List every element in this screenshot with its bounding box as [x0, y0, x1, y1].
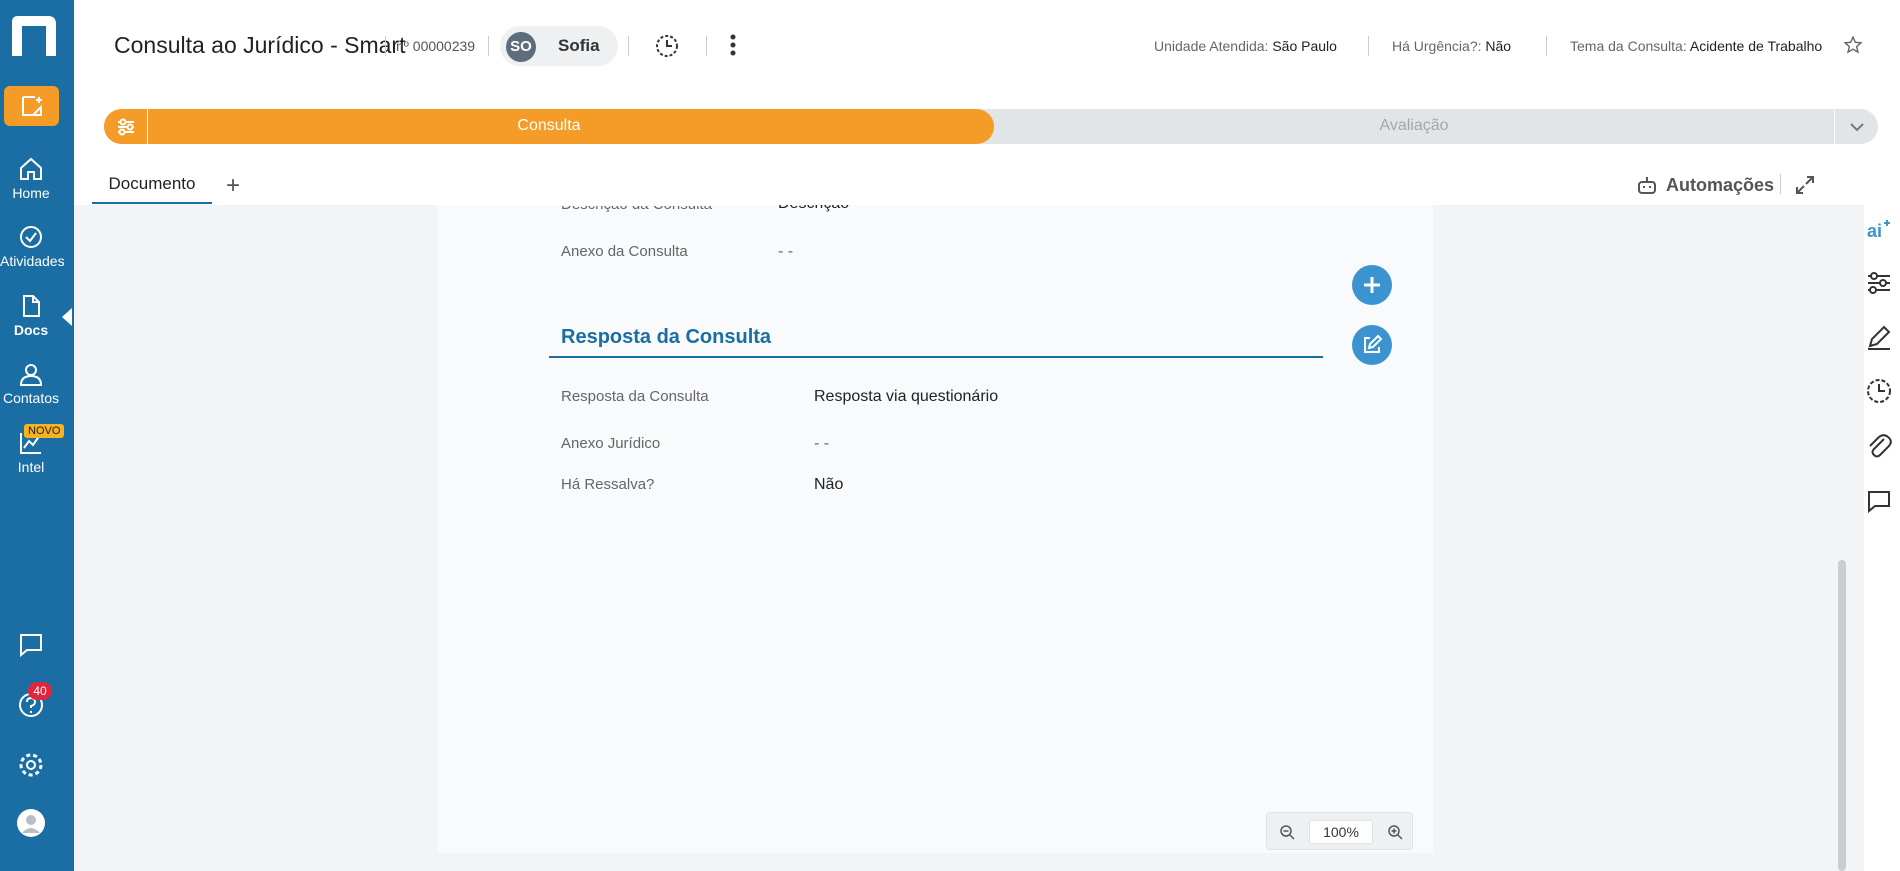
user-avatar-icon[interactable] [16, 808, 46, 838]
field-label-ressalva: Há Ressalva? [561, 476, 655, 493]
zoom-level[interactable]: 100% [1309, 820, 1373, 844]
meta-tema: Tema da Consulta: Acidente de Trabalho [1570, 38, 1822, 54]
owner-name: Sofia [558, 36, 600, 55]
sidebar-item-label: Contatos [2, 390, 60, 406]
meta-value: São Paulo [1272, 38, 1337, 54]
page-title: Consulta ao Jurídico - Smart [114, 32, 406, 58]
sidebar: Home Atividades Docs Contatos Intel NOVO… [0, 0, 74, 871]
chat-icon[interactable] [16, 630, 46, 660]
zoom-in-icon[interactable] [1387, 824, 1403, 840]
edit-button[interactable] [1352, 325, 1392, 365]
meta-label: Tema da Consulta: [1570, 38, 1687, 54]
svg-text:ai: ai [1867, 221, 1882, 241]
field-value-anexo-juridico: - - [814, 435, 830, 452]
sidebar-item-atividades[interactable]: Atividades [0, 224, 65, 269]
more-options-icon[interactable] [728, 33, 738, 57]
notification-count-badge: 40 [28, 682, 52, 700]
novo-badge: NOVO [24, 424, 65, 438]
pen-icon[interactable] [1864, 322, 1894, 352]
field-value-resposta: Resposta via questionário [814, 388, 999, 405]
tab-documento[interactable]: Documento [92, 172, 212, 204]
meta-value: Acidente de Trabalho [1689, 38, 1823, 54]
divider [706, 36, 707, 56]
ai-icon[interactable]: ai [1864, 215, 1894, 245]
history-icon[interactable] [654, 33, 680, 59]
gear-icon[interactable] [16, 750, 46, 780]
stage-expand-button[interactable] [1834, 109, 1878, 144]
document-page [438, 205, 1433, 853]
right-toolbar [1864, 205, 1900, 871]
add-tab-button[interactable]: + [226, 172, 240, 200]
divider [385, 36, 386, 56]
history-icon[interactable] [1864, 376, 1894, 406]
new-document-button[interactable] [4, 86, 59, 126]
stage-progress-bar: Consulta Avaliação [104, 109, 1878, 144]
divider [1546, 36, 1547, 56]
meta-value: Não [1485, 38, 1512, 54]
divider [1780, 174, 1781, 194]
home-icon [20, 157, 42, 180]
avatar: SO [506, 32, 536, 62]
sidebar-item-contatos[interactable]: Contatos [0, 361, 62, 406]
paperclip-icon[interactable] [1864, 431, 1894, 461]
chevron-down-icon [1849, 122, 1864, 131]
person-icon [19, 364, 43, 386]
stage-label: Consulta [517, 117, 581, 134]
document-icon [23, 295, 40, 317]
sidebar-item-home[interactable]: Home [0, 156, 62, 201]
divider [1368, 36, 1369, 56]
field-value-descricao: Descrição [778, 195, 850, 212]
app-logo-icon[interactable] [12, 16, 56, 56]
sidebar-item-label: Docs [13, 322, 49, 338]
section-divider [549, 356, 1323, 358]
field-value-anexo-consulta: - - [778, 243, 794, 260]
add-button[interactable] [1352, 265, 1392, 305]
new-document-icon [21, 96, 42, 116]
meta-urgencia: Há Urgência?: Não [1392, 38, 1511, 54]
meta-unidade: Unidade Atendida: São Paulo [1154, 38, 1337, 54]
sidebar-item-label: Intel [17, 459, 45, 475]
plus-icon [1364, 277, 1380, 293]
field-label-anexo-consulta: Anexo da Consulta [561, 243, 688, 260]
expand-icon[interactable] [1794, 174, 1816, 196]
stage-avaliacao[interactable]: Avaliação [994, 117, 1834, 135]
field-value-ressalva: Não [814, 476, 844, 493]
scrollbar[interactable] [1838, 560, 1846, 871]
field-label-resposta: Resposta da Consulta [561, 388, 709, 405]
edit-icon [1364, 334, 1383, 353]
meta-label: Há Urgência?: [1392, 38, 1482, 54]
check-circle-icon [20, 226, 42, 248]
sidebar-item-label: Atividades [0, 253, 65, 269]
record-number: nº 00000239 [396, 38, 476, 54]
sidebar-item-docs[interactable]: Docs [0, 293, 62, 338]
field-label-anexo-juridico: Anexo Jurídico [561, 435, 661, 452]
stage-consulta[interactable]: Consulta [104, 109, 994, 144]
comment-icon[interactable] [1864, 486, 1894, 516]
meta-label: Unidade Atendida: [1154, 38, 1269, 54]
robot-icon [1638, 177, 1656, 194]
section-title: Resposta da Consulta [561, 326, 772, 348]
automations-button[interactable]: Automações [1636, 174, 1774, 196]
sliders-icon[interactable] [1864, 268, 1894, 298]
divider [628, 36, 629, 56]
active-nav-indicator [62, 308, 72, 326]
sidebar-item-label: Home [12, 185, 50, 201]
star-icon[interactable] [1844, 36, 1862, 54]
zoom-control: 100% [1266, 812, 1413, 850]
automations-label: Automações [1666, 174, 1775, 195]
zoom-out-icon[interactable] [1279, 824, 1295, 840]
owner-chip[interactable]: SO Sofia [500, 26, 618, 66]
divider [488, 36, 489, 56]
